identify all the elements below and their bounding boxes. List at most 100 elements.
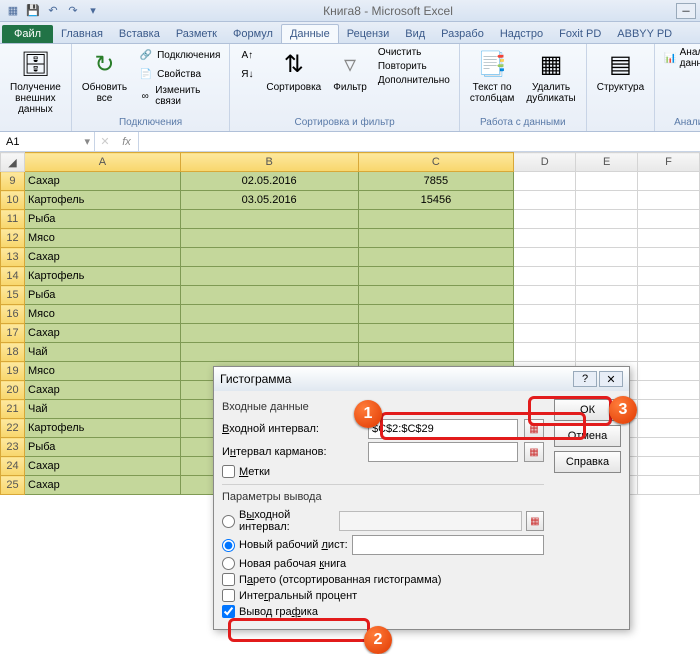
cell[interactable]: [638, 324, 700, 343]
cell[interactable]: [514, 248, 576, 267]
cell[interactable]: Картофель: [24, 419, 180, 438]
cell[interactable]: Чай: [24, 400, 180, 419]
col-header-f[interactable]: F: [638, 153, 700, 172]
table-row[interactable]: 18Чай: [1, 343, 700, 362]
tab-file[interactable]: Файл: [2, 25, 53, 43]
cell[interactable]: Сахар: [24, 248, 180, 267]
cell[interactable]: [576, 229, 638, 248]
tab-formulas[interactable]: Формул: [225, 25, 281, 43]
cell[interactable]: [638, 381, 700, 400]
col-header-c[interactable]: C: [358, 153, 514, 172]
row-header[interactable]: 19: [1, 362, 25, 381]
filter-button[interactable]: ▿ Фильтр: [329, 46, 371, 95]
row-header[interactable]: 16: [1, 305, 25, 324]
remove-duplicates-button[interactable]: ▦ Удалить дубликаты: [522, 46, 579, 106]
cell[interactable]: [638, 286, 700, 305]
tab-review[interactable]: Рецензи: [339, 25, 398, 43]
cell[interactable]: Сахар: [24, 457, 180, 476]
redo-icon[interactable]: ↷: [64, 2, 82, 20]
row-header[interactable]: 21: [1, 400, 25, 419]
data-analysis-button[interactable]: 📊Анализ данных: [661, 46, 700, 70]
name-box-dropdown-icon[interactable]: ▾: [84, 135, 90, 148]
tab-developer[interactable]: Разрабо: [433, 25, 492, 43]
table-row[interactable]: 17Сахар: [1, 324, 700, 343]
cell[interactable]: [638, 191, 700, 210]
cell[interactable]: [358, 248, 514, 267]
cell[interactable]: [514, 210, 576, 229]
advanced-button[interactable]: Дополнительно: [375, 74, 453, 87]
table-row[interactable]: 16Мясо: [1, 305, 700, 324]
cell[interactable]: [514, 305, 576, 324]
cell[interactable]: [638, 457, 700, 476]
cell[interactable]: [358, 210, 514, 229]
connections-button[interactable]: 🔗Подключения: [135, 46, 223, 64]
cell[interactable]: [180, 267, 358, 286]
row-header[interactable]: 24: [1, 457, 25, 476]
tab-abbyy[interactable]: ABBYY PD: [609, 25, 680, 43]
cell[interactable]: [638, 362, 700, 381]
table-row[interactable]: 9Сахар02.05.20167855: [1, 172, 700, 191]
cell[interactable]: [638, 229, 700, 248]
outline-button[interactable]: ▤ Структура: [593, 46, 648, 95]
sort-desc-button[interactable]: Я↓: [236, 65, 258, 83]
labels-checkbox[interactable]: [222, 465, 235, 478]
new-worksheet-radio[interactable]: [222, 539, 235, 552]
cell[interactable]: Рыба: [24, 286, 180, 305]
formula-input[interactable]: [139, 132, 700, 151]
tab-view[interactable]: Вид: [397, 25, 433, 43]
cell[interactable]: [514, 324, 576, 343]
tab-layout[interactable]: Разметк: [168, 25, 225, 43]
col-header-e[interactable]: E: [576, 153, 638, 172]
cell[interactable]: [576, 191, 638, 210]
cell[interactable]: [576, 172, 638, 191]
tab-addins[interactable]: Надстро: [492, 25, 551, 43]
new-workbook-radio[interactable]: [222, 557, 235, 570]
cell[interactable]: Мясо: [24, 305, 180, 324]
edit-links-button[interactable]: ∞Изменить связи: [135, 84, 223, 108]
cell[interactable]: Мясо: [24, 229, 180, 248]
pareto-checkbox[interactable]: [222, 573, 235, 586]
cell[interactable]: [514, 172, 576, 191]
table-row[interactable]: 12Мясо: [1, 229, 700, 248]
row-header[interactable]: 22: [1, 419, 25, 438]
cell[interactable]: Рыба: [24, 210, 180, 229]
cell[interactable]: [638, 267, 700, 286]
row-header[interactable]: 17: [1, 324, 25, 343]
cell[interactable]: [514, 229, 576, 248]
cell[interactable]: [576, 343, 638, 362]
row-header[interactable]: 23: [1, 438, 25, 457]
cell[interactable]: [576, 267, 638, 286]
cell[interactable]: Рыба: [24, 438, 180, 457]
help-button[interactable]: ?: [573, 371, 597, 387]
input-range-field[interactable]: [368, 419, 518, 439]
cell[interactable]: [358, 343, 514, 362]
cumulative-checkbox[interactable]: [222, 589, 235, 602]
help-button-side[interactable]: Справка: [554, 451, 621, 473]
cell[interactable]: [358, 286, 514, 305]
refresh-all-button[interactable]: ↻ Обновить все: [78, 46, 131, 106]
cell[interactable]: Сахар: [24, 172, 180, 191]
fx-icon[interactable]: fx: [115, 132, 139, 151]
row-header[interactable]: 25: [1, 476, 25, 495]
col-header-d[interactable]: D: [514, 153, 576, 172]
cell[interactable]: Картофель: [24, 267, 180, 286]
col-header-a[interactable]: A: [24, 153, 180, 172]
get-external-data-button[interactable]: 🗄 Получение внешних данных: [6, 46, 65, 117]
cell[interactable]: [638, 476, 700, 495]
save-icon[interactable]: 💾: [24, 2, 42, 20]
row-header[interactable]: 14: [1, 267, 25, 286]
cell[interactable]: 02.05.2016: [180, 172, 358, 191]
cell[interactable]: [638, 438, 700, 457]
row-header[interactable]: 15: [1, 286, 25, 305]
cell[interactable]: [638, 248, 700, 267]
minimize-button[interactable]: －: [676, 3, 696, 19]
row-header[interactable]: 20: [1, 381, 25, 400]
qat-dropdown-icon[interactable]: ▾: [84, 2, 102, 20]
cell[interactable]: [576, 210, 638, 229]
row-header[interactable]: 13: [1, 248, 25, 267]
bin-range-field[interactable]: [368, 442, 518, 462]
cell[interactable]: [638, 343, 700, 362]
cell[interactable]: 03.05.2016: [180, 191, 358, 210]
cell[interactable]: [358, 324, 514, 343]
cell[interactable]: [180, 229, 358, 248]
